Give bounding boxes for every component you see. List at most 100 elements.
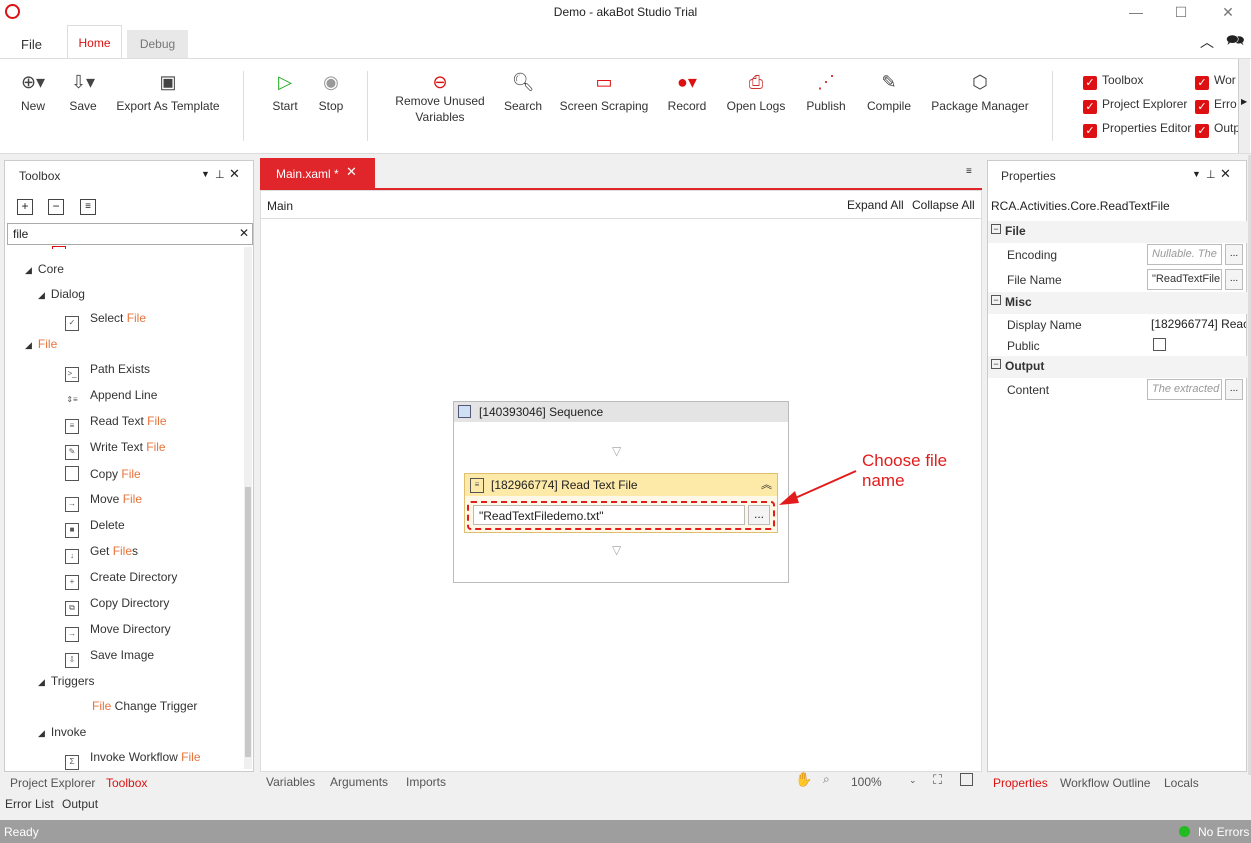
tree-group-dialog[interactable]: ◢ Dialog: [38, 287, 85, 301]
tree-item-append-line[interactable]: ⇕≡ Append Line: [65, 388, 157, 409]
tree-item-write-text-file[interactable]: ✎ Write Text File: [65, 440, 166, 460]
minimize-icon[interactable]: —: [1126, 2, 1146, 22]
drop-target-icon[interactable]: ▽: [612, 543, 621, 557]
tree-item-copy-directory[interactable]: ⧉ Copy Directory: [65, 596, 169, 616]
dropdown-icon[interactable]: ▼: [201, 169, 210, 179]
display-name-input[interactable]: [182966774] Reac: [1151, 317, 1246, 331]
sequence-container[interactable]: [140393046] Sequence ▽ ≡ [182966774] Rea…: [453, 401, 789, 583]
ribbon-scrollbar[interactable]: ▶: [1238, 59, 1250, 153]
encoding-input[interactable]: Nullable. The: [1147, 244, 1222, 265]
tree-item-save-image[interactable]: ⇩ Save Image: [65, 648, 154, 668]
tree-group-invoke[interactable]: ◢ Invoke: [38, 725, 86, 739]
properties-editor-checkbox[interactable]: ✓ Properties Editor: [1083, 121, 1191, 138]
tab-imports[interactable]: Imports: [406, 775, 446, 789]
file-name-browse-button[interactable]: ...: [1225, 269, 1243, 290]
tree-item-create-directory[interactable]: + Create Directory: [65, 570, 177, 590]
tab-file[interactable]: File: [9, 34, 54, 58]
close-panel-icon[interactable]: ✕: [229, 166, 240, 182]
tree-item-move-directory[interactable]: → Move Directory: [65, 622, 171, 642]
list-view-icon[interactable]: ≡: [80, 199, 96, 215]
error-list-checkbox[interactable]: ✓ Erro: [1195, 97, 1240, 114]
collapse-ribbon-icon[interactable]: ︿: [1200, 32, 1214, 52]
scrollbar-thumb[interactable]: [245, 487, 251, 757]
public-checkbox[interactable]: [1153, 338, 1166, 351]
tab-workflow-outline[interactable]: Workflow Outline: [1060, 776, 1150, 790]
start-button[interactable]: ▷ Start: [266, 71, 304, 113]
stop-button[interactable]: ◉ Stop: [312, 71, 350, 113]
tab-toolbox[interactable]: Toolbox: [106, 776, 147, 790]
designer-tab[interactable]: Main.xaml * ✕: [260, 158, 375, 188]
section-misc[interactable]: − Misc: [988, 292, 1248, 314]
tab-output[interactable]: Output: [62, 797, 98, 811]
screen-scraping-button[interactable]: ▭ Screen Scraping: [558, 71, 650, 113]
hand-tool-icon[interactable]: ✋: [795, 771, 812, 788]
expand-all-link[interactable]: Expand All: [847, 198, 904, 212]
publish-button[interactable]: ⋰ Publish: [802, 71, 850, 113]
export-template-button[interactable]: ▣ Export As Template: [112, 71, 224, 113]
tree-group-file[interactable]: ◢ File: [25, 337, 57, 351]
tab-locals[interactable]: Locals: [1164, 776, 1199, 790]
read-text-file-activity[interactable]: ≡ [182966774] Read Text File ︽ "ReadText…: [464, 473, 778, 533]
workflow-outline-checkbox[interactable]: ✓ Wor: [1195, 73, 1240, 90]
tab-variables[interactable]: Variables: [266, 775, 315, 789]
collapse-all-icon[interactable]: −: [48, 199, 64, 215]
public-row: Public: [988, 334, 1248, 358]
pin-icon[interactable]: ⊥: [1206, 168, 1216, 181]
tree-item-move-file[interactable]: → Move File: [65, 492, 142, 512]
search-button[interactable]: 🔍︎ Search: [500, 71, 546, 113]
file-name-input[interactable]: "ReadTextFile: [1147, 269, 1222, 290]
toolbox-checkbox[interactable]: ✓ Toolbox: [1083, 73, 1143, 90]
tab-debug[interactable]: Debug: [127, 30, 188, 58]
dropdown-icon[interactable]: ▼: [1192, 169, 1201, 179]
section-file[interactable]: − File: [988, 221, 1248, 243]
tab-properties[interactable]: Properties: [993, 776, 1048, 790]
tree-group-core[interactable]: ◢ Core: [25, 262, 64, 276]
tree-item-read-text-file[interactable]: ≡ Read Text File: [65, 414, 167, 434]
tree-item-delete[interactable]: ■ Delete: [65, 518, 125, 538]
collapse-all-link[interactable]: Collapse All: [912, 198, 975, 212]
chat-icon[interactable]: 🗪: [1226, 30, 1245, 55]
output-checkbox[interactable]: ✓ Outp: [1195, 121, 1240, 138]
tab-project-explorer[interactable]: Project Explorer: [10, 776, 95, 790]
toolbox-search-input[interactable]: file ✕: [7, 223, 253, 245]
record-button[interactable]: ●▾ Record: [664, 71, 710, 113]
open-logs-button[interactable]: ⎙ Open Logs: [724, 71, 788, 113]
toolbox-scrollbar[interactable]: [244, 247, 252, 769]
compile-button[interactable]: ✎ Compile: [864, 71, 914, 113]
drop-target-icon[interactable]: ▽: [612, 444, 621, 458]
close-tab-icon[interactable]: ✕: [346, 164, 357, 180]
new-button[interactable]: ⊕▾ New: [14, 71, 52, 113]
tab-home[interactable]: Home: [67, 25, 122, 59]
tree-item-invoke-workflow-file[interactable]: Σ Invoke Workflow File: [65, 750, 201, 770]
clear-search-icon[interactable]: ✕: [239, 226, 249, 240]
content-browse-button[interactable]: ...: [1225, 379, 1243, 400]
project-explorer-checkbox[interactable]: ✓ Project Explorer: [1083, 97, 1187, 114]
encoding-browse-button[interactable]: ...: [1225, 244, 1243, 265]
fit-screen-icon[interactable]: ⛶: [933, 772, 942, 788]
close-panel-icon[interactable]: ✕: [1220, 166, 1231, 182]
breadcrumb[interactable]: Main: [267, 199, 293, 213]
tab-arguments[interactable]: Arguments: [330, 775, 388, 789]
expand-all-icon[interactable]: +: [17, 199, 33, 215]
pin-icon[interactable]: ⊥: [215, 168, 225, 181]
maximize-icon[interactable]: ☐: [1171, 2, 1191, 22]
overview-icon[interactable]: [960, 773, 973, 786]
tree-item-select-file[interactable]: ✓ Select File: [65, 311, 146, 331]
tree-item-copy-file[interactable]: Copy File: [65, 466, 141, 481]
zoom-dropdown-icon[interactable]: ⌄: [909, 775, 917, 786]
breadcrumb-divider: [261, 218, 981, 219]
content-input[interactable]: The extracted: [1147, 379, 1222, 400]
tree-item-path-exists[interactable]: >_ Path Exists: [65, 362, 150, 382]
tab-list-icon[interactable]: ≡: [966, 166, 972, 177]
tree-item-file-change-trigger[interactable]: File Change Trigger: [92, 699, 197, 713]
remove-unused-variables-button[interactable]: ⊖ Remove Unused Variables: [390, 71, 490, 124]
section-output[interactable]: − Output: [988, 356, 1248, 378]
tree-item-get-files[interactable]: ↓ Get Files: [65, 544, 138, 564]
save-button[interactable]: ⇩▾ Save: [64, 71, 102, 113]
tree-group-triggers[interactable]: ◢ Triggers: [38, 674, 95, 688]
close-icon[interactable]: ✕: [1218, 2, 1238, 22]
zoom-icon[interactable]: ⌕: [823, 772, 830, 787]
tab-error-list[interactable]: Error List: [5, 797, 54, 811]
zoom-select[interactable]: 100%: [851, 775, 882, 789]
package-manager-button[interactable]: ⬡ Package Manager: [928, 71, 1032, 113]
